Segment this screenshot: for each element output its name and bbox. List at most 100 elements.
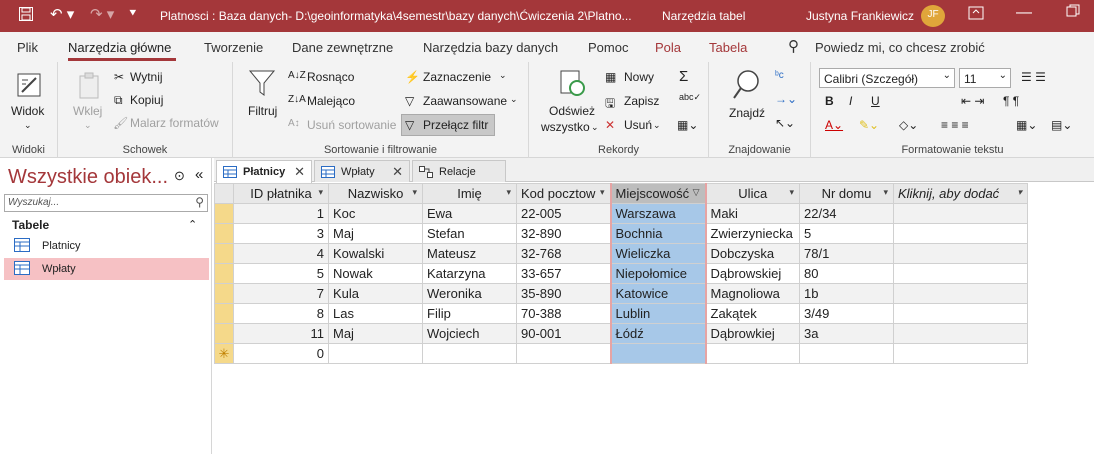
font-select[interactable]: Calibri (Szczegół) ⌄: [819, 68, 955, 88]
paste-icon[interactable]: [74, 70, 104, 103]
table-cell[interactable]: 7: [233, 283, 329, 304]
filter-applied-icon[interactable]: ▽: [693, 187, 700, 198]
table-cell-empty[interactable]: [893, 343, 1028, 364]
gridlines-icon[interactable]: ▦⌄: [1016, 118, 1037, 132]
record-selector[interactable]: [214, 263, 234, 284]
nav-search-input[interactable]: Wyszukaj... ⚲: [4, 194, 208, 212]
indent-icons[interactable]: ⇤ ⇥: [961, 94, 984, 108]
tab-table[interactable]: Tabela: [709, 40, 747, 55]
tab-database-tools[interactable]: Narzędzia bazy danych: [423, 40, 558, 55]
table-cell-empty[interactable]: [893, 243, 1028, 264]
column-header[interactable]: Imię ▾: [422, 183, 517, 204]
table-cell[interactable]: 3/49: [799, 303, 894, 324]
table-cell[interactable]: 90-001: [516, 323, 611, 344]
column-header[interactable]: Ulica ▾: [705, 183, 800, 204]
table-cell-empty[interactable]: [893, 203, 1028, 224]
refresh-all-button-line2[interactable]: wszystko: [541, 120, 590, 134]
table-cell[interactable]: Filip: [422, 303, 517, 324]
chevron-down-icon[interactable]: ⌄: [84, 120, 92, 131]
table-cell-empty[interactable]: [516, 343, 611, 364]
remove-sort-icon[interactable]: A↕: [288, 118, 300, 129]
chevron-down-icon[interactable]: ⌄: [591, 122, 599, 133]
table-cell[interactable]: 22-005: [516, 203, 611, 224]
table-row[interactable]: 3 Maj Stefan 32-890 Bochnia Zwierzyniecka 5: [214, 223, 1028, 244]
table-cell[interactable]: Katarzyna: [422, 263, 517, 284]
lightbulb-search-icon[interactable]: ⚲: [788, 37, 799, 55]
save-record-button[interactable]: Zapisz: [624, 94, 659, 108]
table-row[interactable]: 8 Las Filip 70-388 Lublin Zakątek 3/49: [214, 303, 1028, 324]
table-cell[interactable]: Bochnia: [609, 223, 707, 244]
refresh-icon[interactable]: [557, 68, 587, 101]
user-name[interactable]: Justyna Frankiewicz: [806, 9, 914, 23]
table-cell[interactable]: Zwierzyniecka: [705, 223, 800, 244]
selection-icon[interactable]: ⚡: [405, 70, 420, 84]
nav-title[interactable]: Wszystkie obiek...: [8, 166, 168, 189]
table-cell[interactable]: 22/34: [799, 203, 894, 224]
italic-icon[interactable]: I: [849, 94, 852, 108]
table-cell-empty[interactable]: [705, 343, 800, 364]
nav-section-header[interactable]: Tabele: [12, 218, 49, 232]
table-cell[interactable]: Maki: [705, 203, 800, 224]
filter-button[interactable]: Filtruj: [248, 104, 277, 118]
nav-menu-chevron-icon[interactable]: ⊙: [174, 168, 185, 184]
column-header[interactable]: Kod pocztow ▾: [516, 183, 611, 204]
table-cell[interactable]: 5: [799, 223, 894, 244]
table-cell[interactable]: 1: [233, 203, 329, 224]
doc-tab-relacje[interactable]: Relacje: [412, 160, 506, 182]
sort-ascending-button[interactable]: Rosnąco: [307, 70, 354, 84]
table-cell[interactable]: 11: [233, 323, 329, 344]
avatar[interactable]: JF: [921, 5, 945, 27]
chevron-down-icon[interactable]: ⌄: [510, 94, 518, 105]
table-cell[interactable]: 8: [233, 303, 329, 324]
dropdown-arrow-icon[interactable]: ▾: [412, 187, 417, 198]
dropdown-arrow-icon[interactable]: ▾: [506, 187, 511, 198]
table-row[interactable]: 7 Kula Weronika 35-890 Katowice Magnoliowa 1b: [214, 283, 1028, 304]
record-selector[interactable]: [214, 243, 234, 264]
save-icon[interactable]: [18, 6, 34, 22]
find-icon[interactable]: [731, 68, 761, 105]
dropdown-arrow-icon[interactable]: ▾: [883, 187, 888, 198]
save-record-icon[interactable]: 🖫: [605, 94, 615, 115]
select-icon[interactable]: ↖⌄: [775, 116, 795, 130]
column-header-filtered[interactable]: Miejscowość ▽: [609, 183, 707, 204]
table-cell-empty[interactable]: [799, 343, 894, 364]
table-cell-empty[interactable]: [893, 303, 1028, 324]
dropdown-arrow-icon[interactable]: ▾: [600, 187, 605, 198]
table-cell[interactable]: Łódź: [609, 323, 707, 344]
table-cell[interactable]: Mateusz: [422, 243, 517, 264]
table-cell[interactable]: Katowice: [609, 283, 707, 304]
table-cell[interactable]: 5: [233, 263, 329, 284]
table-cell[interactable]: Wojciech: [422, 323, 517, 344]
table-cell-empty[interactable]: [893, 283, 1028, 304]
table-cell[interactable]: Maj: [328, 323, 423, 344]
chevron-down-icon[interactable]: ⌄: [24, 120, 32, 131]
table-cell-empty[interactable]: [328, 343, 423, 364]
table-row[interactable]: 11 Maj Wojciech 90-001 Łódź Dąbrowkiej 3a: [214, 323, 1028, 344]
view-button[interactable]: Widok: [11, 104, 44, 118]
paste-button[interactable]: Wklej: [73, 104, 102, 118]
table-cell-empty[interactable]: [893, 263, 1028, 284]
copy-button[interactable]: Kopiuj: [130, 93, 163, 107]
alternate-row-color-icon[interactable]: ▤⌄: [1051, 118, 1072, 132]
new-record-asterisk-icon[interactable]: ✳: [214, 343, 234, 364]
remove-sort-button[interactable]: Usuń sortowanie: [307, 118, 396, 132]
highlight-icon[interactable]: ✎⌄: [859, 118, 879, 132]
table-cell[interactable]: 32-768: [516, 243, 611, 264]
new-record-button[interactable]: Nowy: [624, 70, 654, 84]
font-size-select[interactable]: 11 ⌄: [959, 68, 1011, 88]
selection-button[interactable]: Zaznaczenie: [423, 70, 491, 84]
table-cell[interactable]: Kula: [328, 283, 423, 304]
table-cell[interactable]: Las: [328, 303, 423, 324]
redo-icon[interactable]: ↷ ▾: [90, 5, 114, 23]
replace-icon[interactable]: ᵇc: [775, 70, 784, 81]
table-cell[interactable]: 1b: [799, 283, 894, 304]
find-button[interactable]: Znajdź: [729, 106, 765, 120]
table-row[interactable]: 1 Koc Ewa 22-005 Warszawa Maki 22/34: [214, 203, 1028, 224]
table-cell[interactable]: Lublin: [609, 303, 707, 324]
tab-home[interactable]: Narzędzia główne: [68, 40, 171, 55]
delete-record-button[interactable]: Usuń: [624, 118, 652, 132]
copy-icon[interactable]: ⧉: [114, 93, 123, 108]
table-cell[interactable]: Maj: [328, 223, 423, 244]
underline-icon[interactable]: U: [871, 94, 880, 108]
toggle-filter-icon[interactable]: ▽: [405, 118, 414, 132]
